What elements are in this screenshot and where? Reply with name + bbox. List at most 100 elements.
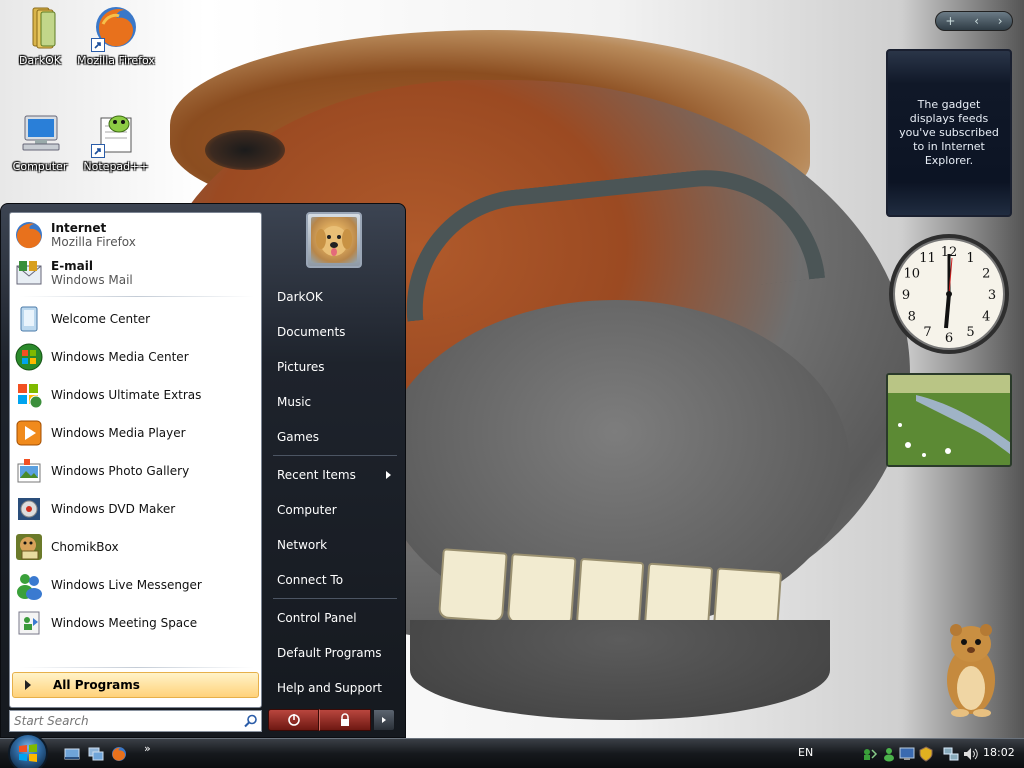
start-right-pictures[interactable]: Pictures <box>269 351 399 383</box>
quick-launch-overflow-icon[interactable]: » <box>144 742 151 755</box>
meeting-space-icon <box>18 611 40 635</box>
display-icon[interactable] <box>899 746 915 762</box>
pinned-internet[interactable]: Internet Mozilla Firefox <box>14 217 258 253</box>
recent-item-label: Welcome Center <box>51 312 151 326</box>
start-right-darkok[interactable]: DarkOK <box>269 281 399 313</box>
start-right-default-programs[interactable]: Default Programs <box>269 637 399 669</box>
firefox-icon[interactable] <box>111 746 127 762</box>
right-item-label: Pictures <box>277 360 325 374</box>
recent-item-label: Windows Meeting Space <box>51 616 198 630</box>
folder-icon <box>17 4 63 50</box>
clock-numeral: 8 <box>908 310 916 325</box>
media-center-icon <box>15 343 43 371</box>
desktop-icon-computer[interactable]: Computer <box>0 110 80 173</box>
recent-windows-media-player[interactable]: Windows Media Player <box>14 415 258 451</box>
desktop-icon-notepad-plus-plus[interactable]: Notepad++ <box>76 110 156 173</box>
dvd-maker-icon <box>18 498 40 520</box>
recent-item-label: Windows Photo Gallery <box>51 464 190 478</box>
notepad-plus-plus-icon <box>91 110 139 158</box>
pinned-separator <box>20 296 254 297</box>
start-search-input[interactable] <box>10 712 241 730</box>
start-right-computer[interactable]: Computer <box>269 494 399 526</box>
shortcut-arrow-icon <box>91 38 105 52</box>
start-right-help-and-support[interactable]: Help and Support <box>269 672 399 704</box>
start-right-network[interactable]: Network <box>269 529 399 561</box>
dog-avatar-icon <box>311 217 357 263</box>
clock-numeral: 5 <box>966 325 974 340</box>
messenger-icon[interactable] <box>881 746 897 762</box>
next-page-icon[interactable]: › <box>998 14 1003 28</box>
shortcut-arrow-icon <box>91 144 105 158</box>
recent-welcome-center[interactable]: Welcome Center <box>14 301 258 337</box>
desktop-icon-label: DarkOK <box>19 54 61 67</box>
user-picture[interactable] <box>306 212 362 268</box>
landscape-photo <box>888 375 1010 465</box>
media-player-icon <box>16 420 42 446</box>
mail-icon <box>16 261 42 285</box>
ultimate-extras-icon <box>18 384 43 409</box>
right-item-label: Recent Items <box>277 468 356 482</box>
pinned-item-title: Internet <box>51 221 107 235</box>
recent-windows-dvd-maker[interactable]: Windows DVD Maker <box>14 491 258 527</box>
desktop-icon-darkok[interactable]: DarkOK <box>0 4 80 67</box>
clock-numeral: 3 <box>988 288 996 303</box>
power-button[interactable] <box>268 709 319 731</box>
recent-chomikbox[interactable]: ChomikBox <box>14 529 258 565</box>
submenu-arrow-icon <box>386 471 391 479</box>
pinned-email[interactable]: E-mail Windows Mail <box>14 255 258 291</box>
language-indicator[interactable]: EN <box>798 746 813 759</box>
feed-gadget-message: The gadget displays feeds you've subscri… <box>899 98 999 167</box>
taskbar: » EN 18:02 <box>0 733 1024 768</box>
slideshow-gadget[interactable] <box>886 373 1012 467</box>
pinned-item-subtitle: Windows Mail <box>51 273 133 287</box>
previous-page-icon[interactable]: ‹ <box>974 14 979 28</box>
all-programs-label: All Programs <box>53 678 140 692</box>
desktop-icon-label: Mozilla Firefox <box>77 54 155 67</box>
recent-windows-photo-gallery[interactable]: Windows Photo Gallery <box>14 453 258 489</box>
right-item-label: Network <box>277 538 328 552</box>
clock-numeral: 1 <box>966 251 974 266</box>
recent-windows-meeting-space[interactable]: Windows Meeting Space <box>14 605 258 641</box>
recent-windows-media-center[interactable]: Windows Media Center <box>14 339 258 375</box>
all-programs-button[interactable]: All Programs <box>12 672 259 698</box>
recent-item-label: Windows Ultimate Extras <box>51 388 202 402</box>
start-search-box[interactable] <box>9 710 262 732</box>
start-right-connect-to[interactable]: Connect To <box>269 564 399 596</box>
lock-button[interactable] <box>319 709 371 731</box>
pinned-item-subtitle: Mozilla Firefox <box>51 235 136 249</box>
clock-numeral: 7 <box>923 325 931 340</box>
start-button[interactable] <box>8 733 48 768</box>
recent-windows-live-messenger[interactable]: Windows Live Messenger <box>14 567 258 603</box>
clock-time[interactable]: 18:02 <box>983 746 1015 759</box>
recent-item-label: Windows Media Center <box>51 350 189 364</box>
start-right-documents[interactable]: Documents <box>269 316 399 348</box>
arrow-right-icon <box>25 680 31 690</box>
security-icon[interactable] <box>918 746 934 762</box>
start-right-games[interactable]: Games <box>269 421 399 453</box>
right-item-label: Default Programs <box>277 646 382 660</box>
feed-headlines-gadget[interactable]: The gadget displays feeds you've subscri… <box>886 49 1012 217</box>
start-right-control-panel[interactable]: Control Panel <box>269 602 399 634</box>
recent-item-label: Windows Live Messenger <box>51 578 202 592</box>
start-right-music[interactable]: Music <box>269 386 399 418</box>
clock-numeral: 11 <box>919 251 936 266</box>
wallpaper-horse-eye <box>205 130 285 170</box>
recent-windows-ultimate-extras[interactable]: Windows Ultimate Extras <box>14 377 258 413</box>
desktop-icon-firefox[interactable]: Mozilla Firefox <box>76 4 156 67</box>
start-menu-programs-pane: Internet Mozilla Firefox E-mail Windows … <box>9 212 262 708</box>
show-desktop-icon[interactable] <box>64 746 80 762</box>
volume-icon[interactable] <box>962 746 978 762</box>
clock-gadget[interactable]: 12 1234567891011 <box>886 232 1012 356</box>
shutdown-options-button[interactable] <box>373 709 395 731</box>
computer-icon <box>17 110 63 156</box>
search-icon[interactable] <box>241 711 261 731</box>
clock-numeral: 2 <box>982 267 990 282</box>
network-icon[interactable] <box>943 746 959 762</box>
right-item-label: Documents <box>277 325 346 339</box>
hamster-icon <box>947 624 995 717</box>
network-sharing-icon[interactable] <box>862 746 878 762</box>
right-item-label: Control Panel <box>277 611 357 625</box>
start-right-recent-items[interactable]: Recent Items <box>269 459 399 491</box>
switch-windows-icon[interactable] <box>88 746 104 762</box>
add-gadget-icon[interactable]: + <box>945 14 955 28</box>
